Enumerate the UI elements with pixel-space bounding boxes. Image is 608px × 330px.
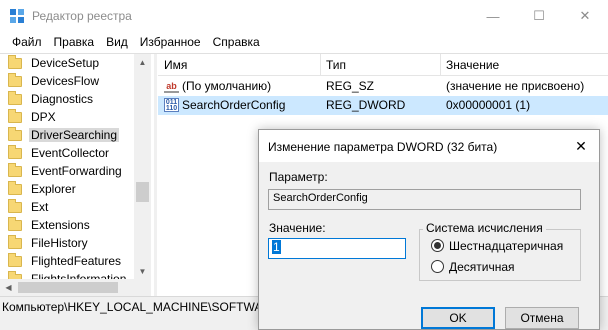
tree-item-filehistory[interactable]: FileHistory [8,234,88,252]
row-name: SearchOrderConfig [182,98,286,112]
column-header-value[interactable]: Значение [446,58,499,72]
tree-item-diagnostics[interactable]: Diagnostics [8,90,93,108]
menu-view[interactable]: Вид [100,35,134,49]
title-bar: Редактор реестра — ☐ ✕ [0,0,608,32]
tree-item-eventforwarding[interactable]: EventForwarding [8,162,122,180]
column-header-name[interactable]: Имя [164,58,187,72]
folder-icon [8,54,22,69]
row-type: REG_SZ [326,79,375,93]
tree-vertical-scrollbar[interactable]: ▲ ▼ [134,54,151,296]
radio-decimal-label[interactable]: Десятичная [449,260,515,274]
column-header-type[interactable]: Тип [326,58,346,72]
tree-item-eventcollector[interactable]: EventCollector [8,144,109,162]
tree-horizontal-scrollbar[interactable]: ◀ [0,279,134,296]
column-separator[interactable] [320,54,321,76]
menu-help[interactable]: Справка [207,35,266,49]
binary-value-icon: 011 110 [164,98,179,112]
tree-item-label: FlightedFeatures [31,254,122,268]
row-value: 0x00000001 (1) [446,98,531,112]
tree-item-extensions[interactable]: Extensions [8,216,90,234]
pane-splitter[interactable] [154,54,157,296]
scroll-down-icon[interactable]: ▼ [134,263,151,280]
value-label: Значение: [269,221,326,235]
tree-item-label: EventCollector [31,146,110,160]
folder-icon [8,252,22,267]
tree-item-label: DeviceSetup [31,56,100,70]
menu-favorites[interactable]: Избранное [134,35,207,49]
dialog-title-bar: Изменение параметра DWORD (32 бита) ✕ [259,130,599,162]
edit-dword-dialog: Изменение параметра DWORD (32 бита) ✕ Па… [258,129,600,330]
folder-icon [8,72,22,87]
folder-icon [8,234,22,249]
string-value-icon: ab [164,79,179,93]
row-value: (значение не присвоено) [446,79,585,93]
scroll-up-icon[interactable]: ▲ [134,54,151,71]
folder-open-icon [8,126,22,141]
ok-button[interactable]: OK [421,307,495,329]
radio-hex[interactable] [431,239,444,252]
scroll-thumb[interactable] [136,182,149,202]
folder-icon [8,108,22,123]
close-icon: ✕ [575,137,587,154]
tree-item-label: EventForwarding [31,164,122,178]
list-row-selected[interactable]: 011 110 SearchOrderConfig REG_DWORD 0x000… [158,96,608,115]
tree-item-flightedfeatures[interactable]: FlightedFeatures [8,252,121,270]
registry-editor-icon [10,9,24,23]
tree-item-label: DPX [31,110,56,124]
radio-hex-label[interactable]: Шестнадцатеричная [449,239,563,253]
folder-icon [8,162,22,177]
tree-item-devicesetup[interactable]: DeviceSetup [8,54,99,72]
list-header: Имя Тип Значение [158,54,608,76]
param-name-value: SearchOrderConfig [273,192,368,204]
folder-icon [8,198,22,213]
window-title: Редактор реестра [32,9,132,23]
value-input[interactable]: 1 [268,238,406,259]
tree-item-label: DevicesFlow [31,74,100,88]
tree-item-label: DriverSearching [29,128,120,142]
tree-item-driversearching[interactable]: DriverSearching [8,126,120,144]
scroll-left-icon[interactable]: ◀ [0,279,17,296]
minimize-button[interactable]: — [470,0,516,32]
tree-item-explorer[interactable]: Explorer [8,180,76,198]
param-name-field: SearchOrderConfig [268,189,581,210]
tree-item-ext[interactable]: Ext [8,198,48,216]
radio-decimal[interactable] [431,260,444,273]
close-icon: ✕ [579,8,591,23]
menu-file[interactable]: Файл [6,35,48,49]
menu-bar: Файл Правка Вид Избранное Справка [0,32,608,52]
folder-icon [8,90,22,105]
maximize-button[interactable]: ☐ [516,0,562,32]
list-row[interactable]: ab (По умолчанию) REG_SZ (значение не пр… [158,77,608,96]
folder-icon [8,144,22,159]
tree-item-label: Diagnostics [31,92,94,106]
tree-item-dpx[interactable]: DPX [8,108,56,126]
menu-edit[interactable]: Правка [48,35,101,49]
dialog-close-button[interactable]: ✕ [563,130,599,162]
row-type: REG_DWORD [326,98,406,112]
scroll-thumb[interactable] [18,282,118,293]
tree-item-label: Extensions [31,218,90,232]
row-name: (По умолчанию) [182,79,272,93]
minimize-icon: — [486,8,500,24]
tree-item-label: Explorer [31,182,76,196]
folder-icon [8,180,22,195]
base-group-title: Система исчисления [423,221,546,235]
param-label: Параметр: [269,170,328,184]
close-button[interactable]: ✕ [562,0,608,32]
cancel-button[interactable]: Отмена [505,307,579,329]
maximize-icon: ☐ [533,8,545,23]
status-path: Компьютер\HKEY_LOCAL_MACHINE\SOFTWARE\Mi… [2,300,258,314]
tree-item-label: Ext [31,200,49,214]
tree-item-devicesflow[interactable]: DevicesFlow [8,72,99,90]
dialog-title: Изменение параметра DWORD (32 бита) [268,140,498,154]
column-separator[interactable] [440,54,441,76]
registry-tree: DeviceSetup DevicesFlow Diagnostics DPX … [0,54,150,296]
folder-icon [8,216,22,231]
tree-item-label: FileHistory [31,236,88,250]
value-input-text: 1 [272,240,281,254]
